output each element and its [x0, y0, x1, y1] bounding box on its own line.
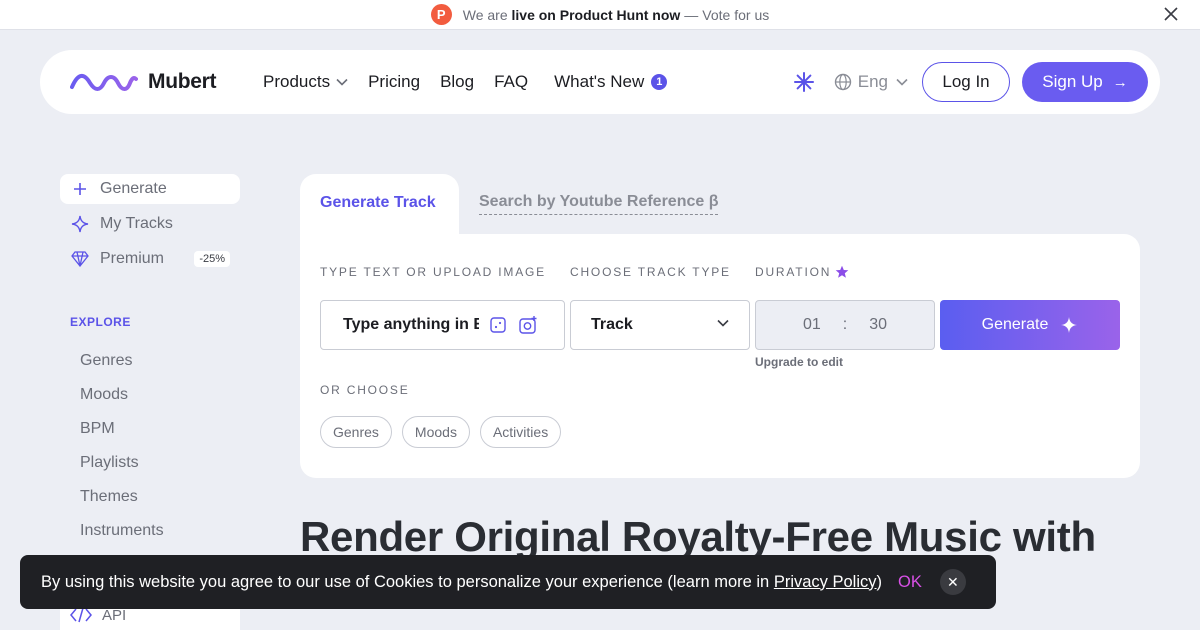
sidebar-item-playlists[interactable]: Playlists	[80, 452, 164, 486]
choice-chips: Genres Moods Activities	[320, 416, 571, 448]
language-selector[interactable]: Eng	[834, 72, 908, 92]
nav-whats-new-label: What's New	[554, 72, 645, 91]
chevron-down-icon	[336, 78, 348, 86]
track-type-select[interactable]: Track	[570, 300, 750, 350]
login-button[interactable]: Log In	[922, 62, 1010, 102]
sidebar-item-premium[interactable]: Premium -25%	[60, 244, 240, 274]
nav-whats-new[interactable]: What's New 1	[554, 72, 668, 92]
nav-pricing[interactable]: Pricing	[368, 72, 420, 92]
duration-label: DURATION	[755, 265, 832, 279]
nav-links: Products Pricing Blog FAQ What's New 1	[263, 50, 687, 114]
cookie-message: By using this website you agree to our u…	[41, 572, 770, 591]
chip-genres[interactable]: Genres	[320, 416, 392, 448]
prompt-input[interactable]	[343, 316, 479, 334]
cookie-close-paren: )	[876, 572, 883, 591]
duration-label-group: DURATION	[755, 265, 849, 279]
sidebar-item-my-tracks[interactable]: My Tracks	[60, 209, 240, 239]
star-icon	[835, 265, 849, 278]
nav-faq[interactable]: FAQ	[494, 72, 528, 92]
nav-right: Eng Log In Sign Up →	[792, 50, 1148, 114]
product-hunt-icon: P	[430, 4, 452, 25]
tab-generate-track[interactable]: Generate Track	[300, 174, 459, 236]
plus-icon	[70, 182, 90, 196]
chip-activities[interactable]: Activities	[479, 416, 562, 448]
language-label: Eng	[857, 72, 888, 91]
logo[interactable]: Mubert	[70, 70, 217, 94]
privacy-policy-link[interactable]: Privacy Policy	[774, 573, 877, 591]
globe-icon	[834, 73, 851, 91]
chip-moods[interactable]: Moods	[401, 416, 470, 448]
arrow-right-icon: →	[1112, 73, 1128, 91]
close-icon[interactable]	[1162, 6, 1180, 24]
whats-new-count-badge: 1	[651, 74, 668, 90]
tab-youtube-reference[interactable]: Search by Youtube Reference β	[479, 193, 719, 215]
generate-label: Generate	[981, 316, 1049, 333]
upgrade-note: Upgrade to edit	[755, 355, 844, 369]
sparkle-icon	[70, 215, 90, 233]
close-icon[interactable]: ✕	[939, 569, 966, 595]
explore-list: Genres Moods BPM Playlists Themes Instru…	[80, 350, 164, 554]
chevron-down-icon	[896, 78, 908, 86]
code-icon	[70, 607, 92, 623]
track-type-value: Track	[591, 316, 633, 333]
sidebar-item-generate[interactable]: Generate	[60, 174, 240, 204]
nav-products-label: Products	[263, 72, 331, 91]
explore-heading: EXPLORE	[70, 315, 131, 329]
dice-icon[interactable]	[487, 314, 509, 336]
or-choose-label: OR CHOOSE	[320, 383, 410, 397]
duration-seconds: 30	[869, 316, 888, 333]
announcement-cta[interactable]: Vote for us	[702, 7, 769, 23]
sidebar-item-genres[interactable]: Genres	[80, 350, 164, 384]
cookie-banner: By using this website you agree to our u…	[20, 555, 996, 609]
sidebar-item-bpm[interactable]: BPM	[80, 418, 164, 452]
nav-products[interactable]: Products	[263, 72, 348, 92]
sidebar: Generate My Tracks Premium -25%	[60, 174, 240, 279]
hero-title: Render Original Royalty-Free Music with	[300, 513, 1096, 560]
asterisk-icon[interactable]	[792, 70, 816, 94]
sidebar-item-label: My Tracks	[100, 215, 173, 232]
prompt-input-wrapper	[320, 300, 565, 350]
cookie-ok-button[interactable]: OK	[898, 573, 922, 592]
sparkle-icon	[1060, 316, 1078, 334]
signup-button[interactable]: Sign Up →	[1022, 62, 1148, 102]
announcement-highlight[interactable]: live on Product Hunt now	[512, 7, 681, 23]
logo-text: Mubert	[148, 70, 217, 93]
announcement-bar[interactable]: P We are live on Product Hunt now — Vote f…	[0, 0, 1200, 30]
text-field-label: TYPE TEXT OR UPLOAD IMAGE	[320, 265, 546, 279]
signup-label: Sign Up	[1042, 72, 1103, 91]
sidebar-item-label: Premium	[100, 250, 165, 267]
sidebar-item-themes[interactable]: Themes	[80, 486, 164, 520]
duration-minutes: 01	[802, 316, 821, 333]
duration-field: 01 : 30	[755, 300, 935, 350]
upload-image-icon[interactable]	[517, 314, 539, 336]
diamond-icon	[70, 251, 90, 267]
chevron-down-icon	[717, 319, 729, 327]
mubert-wave-icon	[70, 74, 138, 91]
sidebar-item-label: API	[102, 606, 127, 624]
announcement-separator: —	[684, 6, 699, 23]
discount-badge: -25%	[194, 251, 230, 267]
cookie-text: By using this website you agree to our u…	[41, 573, 882, 592]
generate-button[interactable]: Generate	[940, 300, 1120, 350]
duration-separator: :	[842, 316, 848, 333]
announcement-prefix: We are	[462, 6, 508, 23]
track-type-label: CHOOSE TRACK TYPE	[570, 265, 731, 279]
sidebar-item-instruments[interactable]: Instruments	[80, 520, 164, 554]
nav-blog[interactable]: Blog	[440, 72, 474, 92]
top-navigation: Mubert Products Pricing Blog FAQ What's …	[40, 50, 1160, 114]
sidebar-item-moods[interactable]: Moods	[80, 384, 164, 418]
generate-panel: TYPE TEXT OR UPLOAD IMAGE CHOOSE TRACK T…	[300, 234, 1140, 478]
sidebar-item-label: Generate	[100, 180, 167, 197]
